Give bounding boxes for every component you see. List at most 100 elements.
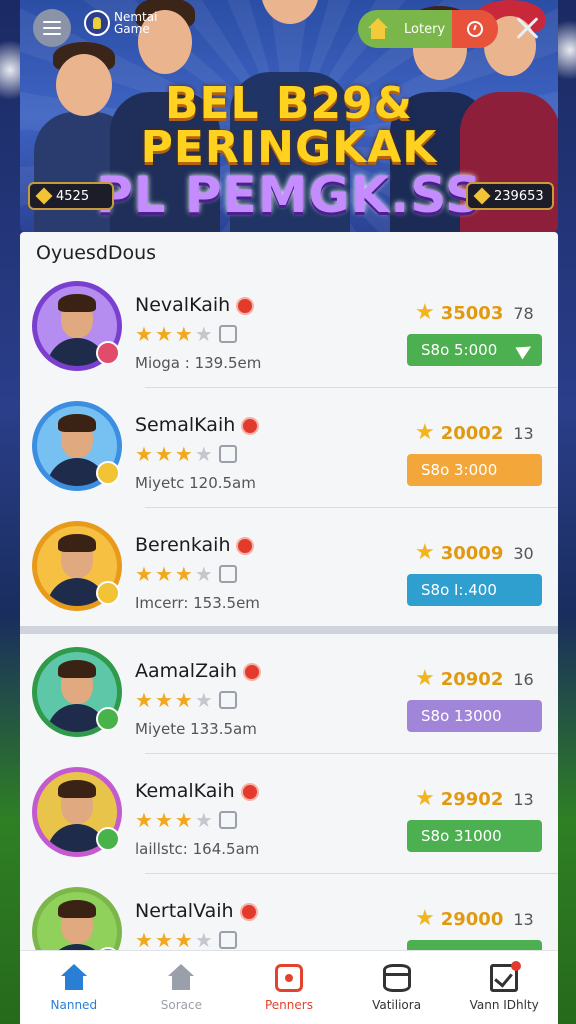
rating-stars: ★ ★ ★ ★ — [135, 444, 237, 464]
prize-button[interactable]: S8o 5:000 — [407, 334, 542, 366]
database-icon — [382, 963, 411, 992]
clock-icon — [467, 21, 483, 37]
player-meta: laillstc: 164.5am — [135, 840, 260, 858]
gem-icon — [35, 187, 53, 205]
prize-button[interactable]: S8o 31000 — [407, 820, 542, 852]
section-divider — [20, 626, 558, 634]
list-item[interactable]: Berenkaih ★ ★ ★ ★ Imcerr: 153.5em ★ 30009 3… — [20, 508, 558, 628]
star-icon: ★ — [415, 420, 435, 445]
rank-value: 13 — [513, 423, 534, 443]
timer-button[interactable] — [452, 10, 498, 48]
player-name: SemalKaih — [135, 414, 236, 436]
tag-icon — [218, 565, 237, 583]
nav-item-5[interactable]: Vann IDhlty — [450, 951, 558, 1024]
star-icon: ★ — [174, 688, 193, 712]
nav-label: Penners — [264, 997, 313, 1012]
star-icon: ★ — [415, 300, 435, 325]
star-icon: ★ — [174, 322, 193, 346]
nav-item-4[interactable]: Vatiliora — [343, 951, 451, 1024]
player-name: Berenkaih — [135, 534, 231, 556]
tag-icon — [218, 325, 237, 343]
score: ★ 20902 16 — [415, 668, 534, 690]
rank-value: 78 — [513, 303, 534, 323]
home-icon — [60, 963, 88, 992]
gem-icon — [473, 187, 491, 205]
home-outline-icon — [167, 963, 195, 992]
rank-value: 13 — [513, 789, 534, 809]
star-icon: ★ — [415, 906, 435, 931]
score: ★ 30009 30 — [415, 542, 534, 564]
prize-button[interactable]: S8o I:.400 — [407, 574, 542, 606]
star-icon: ★ — [135, 562, 153, 586]
star-icon: ★ — [194, 442, 213, 466]
avatar[interactable] — [32, 281, 122, 371]
menu-button[interactable] — [33, 9, 71, 47]
nav-item-2[interactable]: Sorace — [128, 951, 236, 1024]
tools-icon[interactable] — [512, 12, 544, 44]
top-bar: Nemtai Game Lotery — [0, 0, 576, 60]
app-logo: Nemtai Game — [84, 10, 174, 36]
nav-label: Sorace — [160, 997, 202, 1012]
send-icon — [515, 340, 535, 360]
nav-label: Vann IDhlty — [469, 997, 539, 1012]
nav-label: Vatiliora — [372, 997, 422, 1012]
star-icon: ★ — [194, 928, 213, 952]
rating-stars: ★ ★ ★ ★ — [135, 324, 237, 344]
medal-icon — [243, 662, 262, 681]
star-icon: ★ — [154, 562, 173, 586]
avatar[interactable] — [32, 521, 122, 611]
points-value: 20902 — [440, 668, 504, 690]
home-icon — [366, 18, 390, 40]
list-title: OyuesdDous — [36, 242, 157, 264]
avatar[interactable] — [32, 767, 122, 857]
prize-button[interactable]: S8o 3:000 — [407, 454, 542, 486]
points-value: 29000 — [440, 908, 504, 930]
bottom-nav: Nanned Sorace Penners Vatiliora Vann IDh… — [20, 950, 558, 1024]
star-icon: ★ — [154, 322, 173, 346]
nav-item-3[interactable]: Penners — [235, 951, 343, 1024]
tag-icon — [218, 691, 237, 709]
player-name: KemalKaih — [135, 780, 235, 802]
rank-value: 30 — [513, 543, 534, 563]
lottery-button[interactable]: Lotery — [358, 10, 498, 48]
medal-icon — [241, 416, 260, 435]
tag-icon — [218, 811, 237, 829]
coin-balance-right[interactable]: 239653 — [466, 182, 554, 210]
star-icon: ★ — [174, 928, 193, 952]
level-badge-icon — [96, 461, 120, 485]
star-icon: ★ — [174, 442, 193, 466]
prize-button[interactable]: S8o 13000 — [407, 700, 542, 732]
player-meta: Miyete 133.5am — [135, 720, 257, 738]
player-name: NevalKaih — [135, 294, 231, 316]
star-icon: ★ — [194, 688, 213, 712]
rank-value: 13 — [513, 909, 534, 929]
level-badge-icon — [96, 827, 120, 851]
player-meta: Miyetc 120.5am — [135, 474, 256, 492]
rating-stars: ★ ★ ★ ★ — [135, 564, 237, 584]
star-icon: ★ — [154, 928, 173, 952]
score: ★ 20002 13 — [415, 422, 534, 444]
star-icon: ★ — [135, 688, 153, 712]
list-item[interactable]: SemalKaih ★ ★ ★ ★ Miyetc 120.5am ★ 20002 13… — [20, 388, 558, 508]
medal-icon — [236, 536, 255, 555]
tag-icon — [218, 931, 237, 949]
coin-balance-left[interactable]: 4525 — [28, 182, 114, 210]
points-value: 20002 — [440, 422, 504, 444]
score: ★ 29902 13 — [415, 788, 534, 810]
star-icon: ★ — [135, 442, 153, 466]
list-item[interactable]: AamalZaih ★ ★ ★ ★ Miyete 133.5am ★ 20902 16… — [20, 634, 558, 754]
points-value: 35003 — [440, 302, 504, 324]
score: ★ 29000 13 — [415, 908, 534, 930]
rating-stars: ★ ★ ★ ★ — [135, 690, 237, 710]
points-value: 29902 — [440, 788, 504, 810]
avatar[interactable] — [32, 647, 122, 737]
nav-item-1[interactable]: Nanned — [20, 951, 128, 1024]
avatar[interactable] — [32, 401, 122, 491]
star-icon: ★ — [194, 322, 213, 346]
logo-icon — [84, 10, 110, 36]
nav-label: Nanned — [50, 997, 98, 1012]
list-item[interactable]: NevalKaih ★ ★ ★ ★ Mioga : 139.5em ★ 35003 7… — [20, 268, 558, 388]
medal-icon — [236, 296, 255, 315]
list-item[interactable]: KemalKaih ★ ★ ★ ★ laillstc: 164.5am ★ 29902… — [20, 754, 558, 874]
rank-value: 16 — [513, 669, 534, 689]
